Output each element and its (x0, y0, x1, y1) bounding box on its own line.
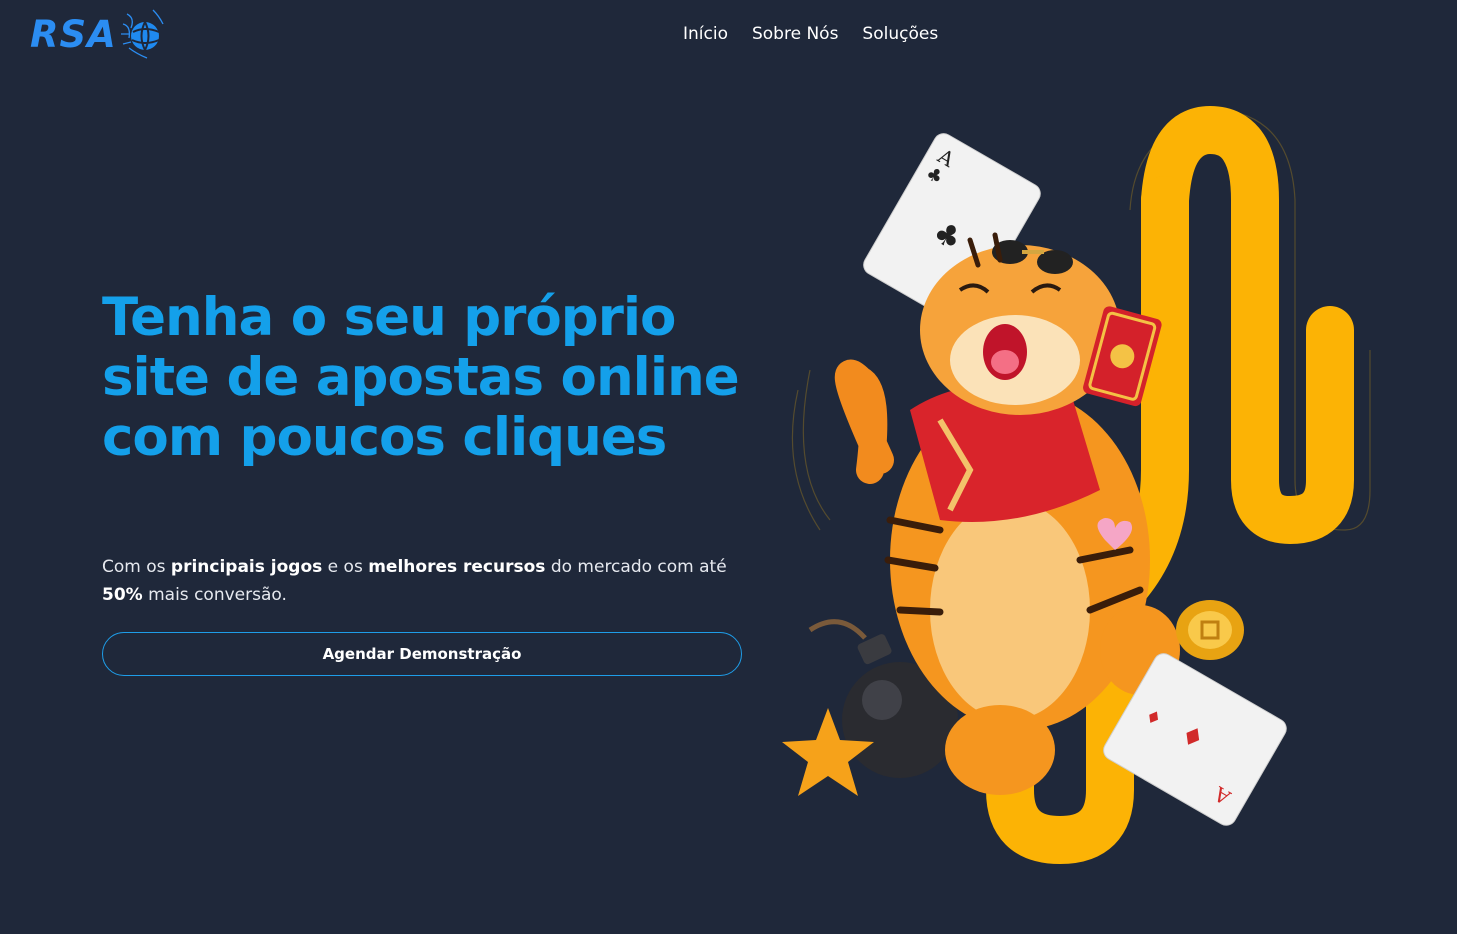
subtitle-text: Com os (102, 557, 171, 577)
brand-logo[interactable]: RSA (30, 4, 165, 64)
schedule-demo-button[interactable]: Agendar Demonstração (102, 632, 742, 676)
coin-icon (1176, 600, 1244, 660)
subtitle-emphasis: melhores recursos (368, 557, 546, 577)
subtitle-text: e os (322, 557, 369, 577)
globe-icon (120, 9, 164, 59)
nav-link-solucoes[interactable]: Soluções (862, 24, 938, 44)
hero-subtitle: Com os principais jogos e os melhores re… (102, 553, 762, 609)
hero-illustration: A ♣ ♣ A ♦ ♦ (782, 105, 1371, 865)
main-nav: Início Sobre Nós Soluções (683, 24, 938, 44)
subtitle-text: do mercado com até (545, 557, 727, 577)
logo-text: RSA (30, 12, 117, 56)
nav-link-inicio[interactable]: Início (683, 24, 728, 44)
hero-title: Tenha o seu próprio site de apostas onli… (102, 287, 740, 468)
landing-page: RSA Início Sobre Nós Soluções Tenha o se… (0, 0, 1457, 934)
nav-link-sobre-nos[interactable]: Sobre Nós (752, 24, 838, 44)
subtitle-emphasis: 50% (102, 585, 143, 605)
subtitle-text: mais conversão. (142, 585, 287, 605)
subtitle-emphasis: principais jogos (170, 557, 323, 577)
